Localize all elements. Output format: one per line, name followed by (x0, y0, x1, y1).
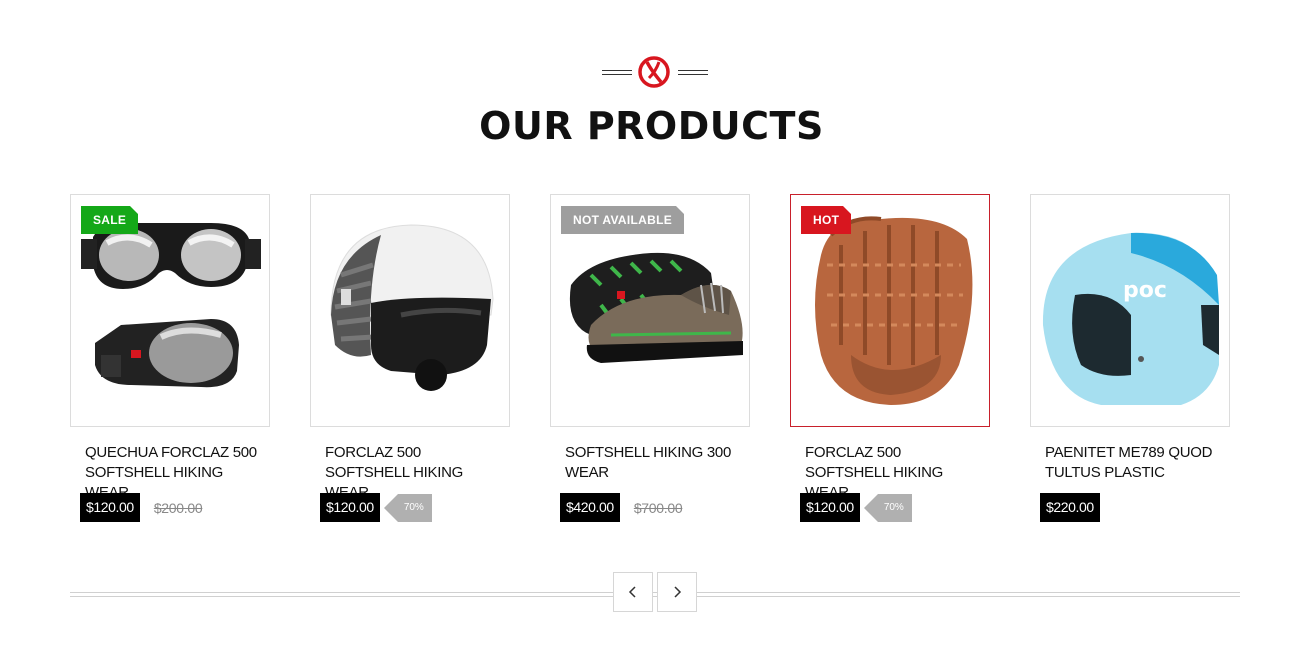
price-row: $420.00 $700.00 (560, 493, 683, 522)
section-header: OUR PRODUCTS (0, 54, 1303, 148)
product-price: $420.00 (560, 493, 620, 522)
product-image[interactable]: poc (1030, 194, 1230, 427)
carousel-prev-button[interactable] (613, 572, 653, 612)
old-price: $200.00 (153, 499, 203, 516)
sale-badge: SALE (81, 206, 139, 234)
product-carousel: SALE QUECHUA FORCLAZ 500 SOFTSHELL HIKIN… (70, 194, 1230, 534)
product-card[interactable]: FORCLAZ 500 SOFTSHELL HIKING WEAR $120.0… (310, 194, 510, 522)
carousel-next-button[interactable] (657, 572, 697, 612)
svg-text:poc: poc (1123, 278, 1167, 303)
old-price: $700.00 (633, 499, 683, 516)
logo-left-rule (602, 70, 632, 75)
discount-tag: 70% (863, 493, 912, 522)
product-price: $220.00 (1040, 493, 1100, 522)
chevron-right-icon (674, 586, 682, 598)
product-card[interactable]: SALE QUECHUA FORCLAZ 500 SOFTSHELL HIKIN… (70, 194, 270, 522)
product-image[interactable] (310, 194, 510, 427)
product-card[interactable]: poc PAENITET ME789 QUOD TULTUS PLASTIC $… (1030, 194, 1230, 522)
product-image[interactable]: HOT (790, 194, 990, 427)
price-row: $220.00 (1040, 493, 1100, 522)
product-name[interactable]: SOFTSHELL HIKING 300 WEAR (565, 443, 740, 483)
brand-logo-icon (638, 56, 670, 88)
product-price: $120.00 (800, 493, 860, 522)
logo-right-rule (678, 70, 708, 75)
ski-helmet-image: poc (1042, 232, 1219, 405)
section-title: OUR PRODUCTS (479, 104, 824, 148)
product-price: $120.00 (80, 493, 140, 522)
section-logo (0, 54, 1303, 90)
not-available-badge: NOT AVAILABLE (561, 206, 685, 234)
product-image[interactable]: SALE (70, 194, 270, 427)
product-name[interactable]: PAENITET ME789 QUOD TULTUS PLASTIC (1045, 443, 1220, 483)
product-card[interactable]: HOT FORCLAZ 500 SOFTSHELL HIKING WEAR $1… (790, 194, 990, 522)
product-image[interactable]: NOT AVAILABLE (550, 194, 750, 427)
product-card[interactable]: NOT AVAILABLE SOFTSHELL HIKING 300 WEAR … (550, 194, 750, 522)
helmet-image (330, 224, 494, 391)
product-price: $120.00 (320, 493, 380, 522)
hot-badge: HOT (801, 206, 852, 234)
discount-tag: 70% (383, 493, 432, 522)
carousel-divider (70, 592, 1240, 597)
price-row: $120.00 70% (320, 493, 432, 522)
price-row: $120.00 $200.00 (80, 493, 203, 522)
chevron-left-icon (628, 586, 636, 598)
price-row: $120.00 70% (800, 493, 912, 522)
